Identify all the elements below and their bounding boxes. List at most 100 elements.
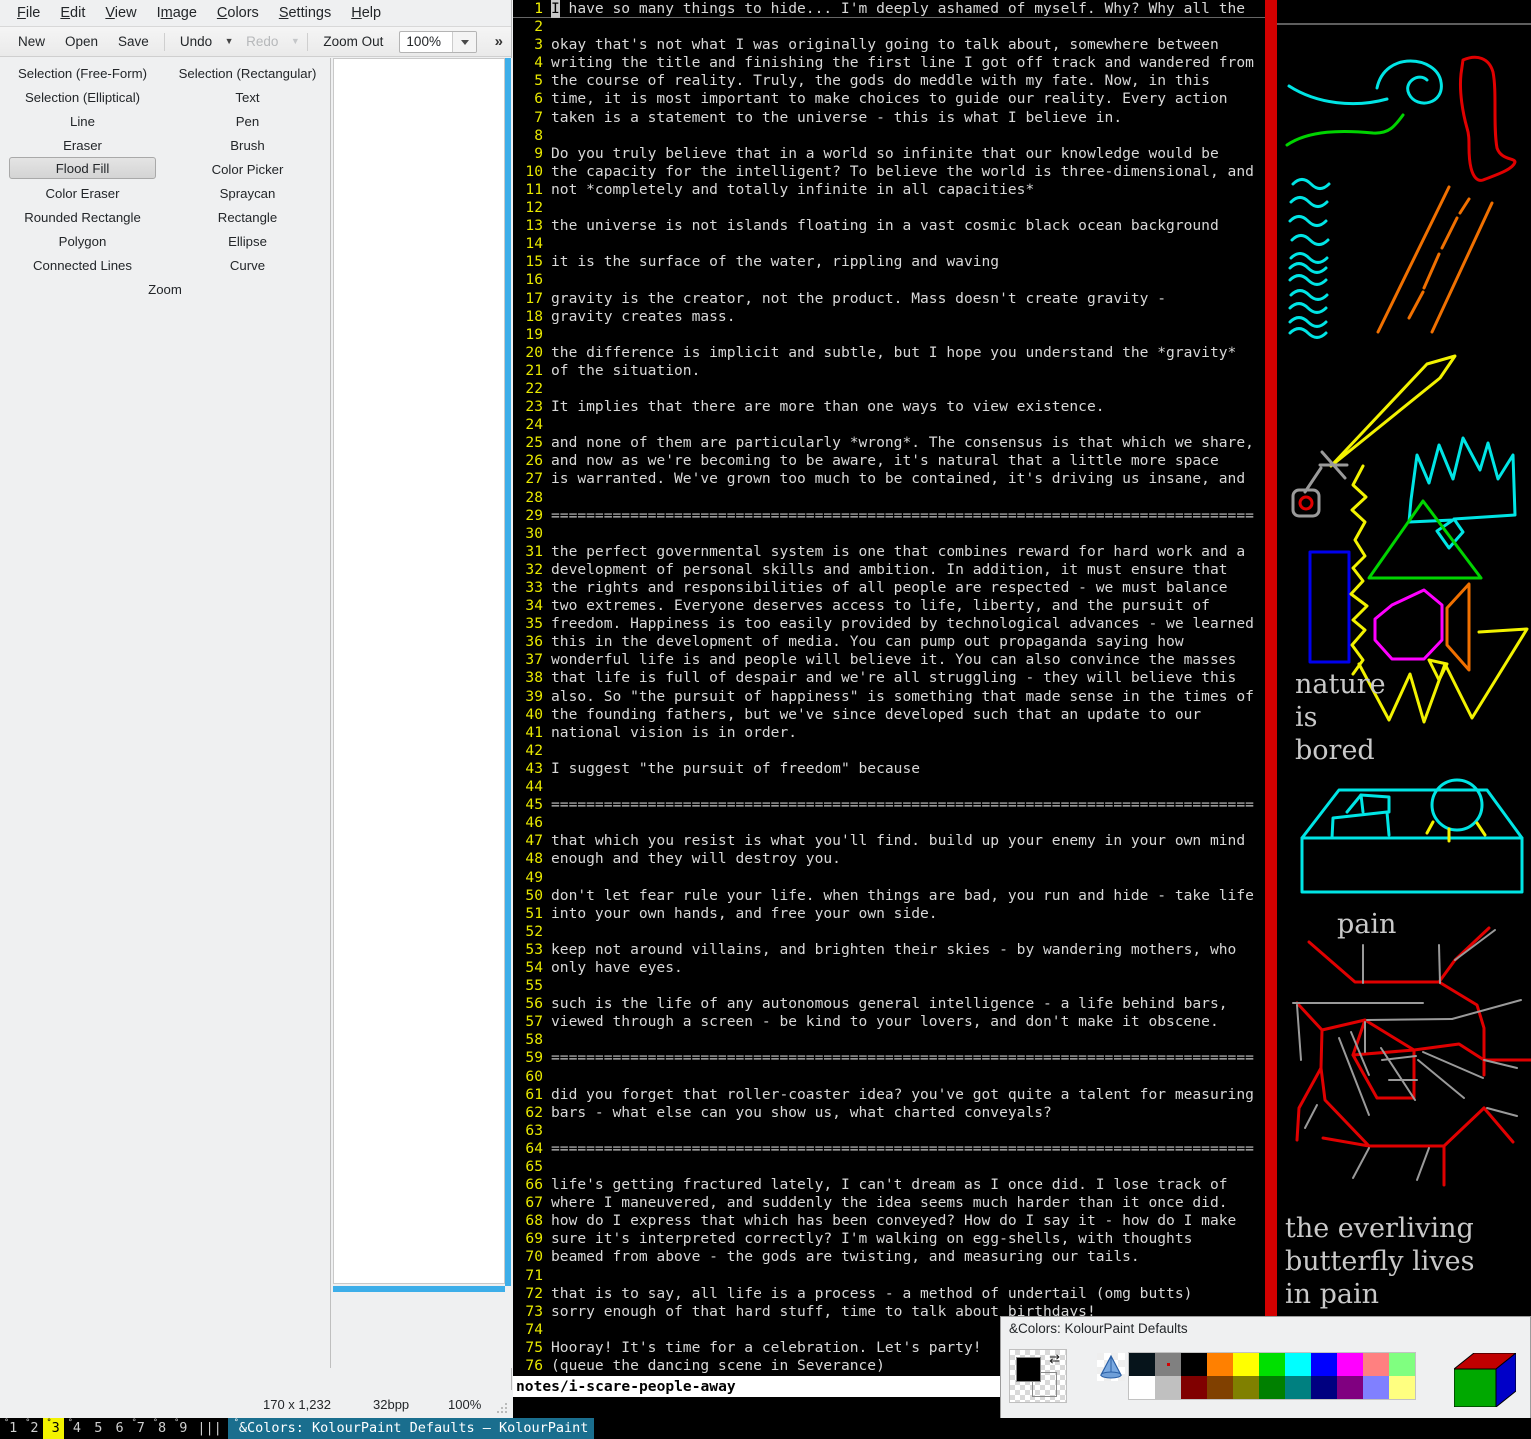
desktop-button-2[interactable]: ° 2 bbox=[21, 1418, 42, 1439]
tool-ellipse[interactable]: Ellipse bbox=[165, 229, 330, 253]
line-number: 4 bbox=[534, 54, 543, 72]
tool-eraser[interactable]: Eraser bbox=[0, 133, 165, 157]
palette-swatch[interactable] bbox=[1259, 1353, 1285, 1376]
line-number: 11 bbox=[525, 180, 543, 198]
palette-swatch[interactable] bbox=[1363, 1376, 1389, 1399]
taskbar-window-entry[interactable]: ° &Colors: KolourPaint Defaults — KolourP… bbox=[227, 1418, 595, 1439]
line-number: 35 bbox=[525, 615, 543, 633]
desktop-button-1[interactable]: ° 1 bbox=[0, 1418, 21, 1439]
line-number: 60 bbox=[525, 1067, 543, 1085]
toolbar-overflow-button[interactable]: » bbox=[495, 33, 503, 50]
desktop-switcher[interactable]: ° 1 ° 2 ° 3 ° 4 5 6 ° 7 ° 8 ° 9 bbox=[0, 1418, 191, 1439]
menu-help[interactable]: Help bbox=[342, 2, 390, 24]
desktop-button-4[interactable]: ° 4 bbox=[64, 1418, 85, 1439]
line-number: 73 bbox=[525, 1302, 543, 1320]
zoom-out-button[interactable]: Zoom Out bbox=[313, 31, 393, 52]
tool-pen[interactable]: Pen bbox=[165, 109, 330, 133]
palette-swatch[interactable] bbox=[1181, 1353, 1207, 1376]
orange-flag bbox=[1445, 582, 1471, 672]
tool-text[interactable]: Text bbox=[165, 85, 330, 109]
palette-swatch[interactable] bbox=[1259, 1376, 1285, 1399]
menu-image[interactable]: Image bbox=[148, 2, 206, 24]
palette-swatch[interactable] bbox=[1207, 1376, 1233, 1399]
line-text: this in the development of media. You ca… bbox=[551, 633, 1184, 651]
tool-curve[interactable]: Curve bbox=[165, 253, 330, 277]
swap-colors-icon[interactable]: ⇄ bbox=[1049, 1352, 1060, 1365]
desktop-button-5[interactable]: 5 bbox=[85, 1418, 106, 1439]
menu-view[interactable]: View bbox=[96, 2, 145, 24]
colors-dialog[interactable]: &Colors: KolourPaint Defaults ⇄ bbox=[1000, 1316, 1531, 1418]
line-text: the universe is not islands floating in … bbox=[551, 217, 1219, 235]
palette-swatch[interactable] bbox=[1233, 1353, 1259, 1376]
menu-settings[interactable]: Settings bbox=[270, 2, 340, 24]
palette-swatch[interactable] bbox=[1285, 1376, 1311, 1399]
line-text: also. So "the pursuit of happiness" is s… bbox=[551, 687, 1254, 705]
line-number: 65 bbox=[525, 1158, 543, 1175]
color-similarity-icon[interactable] bbox=[1097, 1353, 1125, 1381]
desktop-button-8[interactable]: ° 8 bbox=[149, 1418, 170, 1439]
red-blob bbox=[1459, 55, 1517, 182]
tool-connected-lines[interactable]: Connected Lines bbox=[0, 253, 165, 277]
menu-edit[interactable]: Edit bbox=[51, 2, 94, 24]
line-number: 74 bbox=[525, 1320, 543, 1338]
image-canvas[interactable] bbox=[333, 58, 505, 1284]
color-cube-icon[interactable] bbox=[1452, 1351, 1518, 1412]
palette-swatch[interactable] bbox=[1155, 1376, 1181, 1399]
menu-file[interactable]: File bbox=[8, 2, 49, 24]
palette-swatch[interactable] bbox=[1363, 1353, 1389, 1376]
undo-button[interactable]: Undo bbox=[170, 31, 222, 52]
palette-swatch[interactable] bbox=[1233, 1376, 1259, 1399]
line-text: of the situation. bbox=[551, 361, 701, 379]
taskbar[interactable]: ° 1 ° 2 ° 3 ° 4 5 6 ° 7 ° 8 ° 9 ||| ° &Colors: KolourP… bbox=[0, 1418, 1531, 1439]
tool-brush[interactable]: Brush bbox=[165, 133, 330, 157]
palette-swatch[interactable] bbox=[1181, 1376, 1207, 1399]
desktop-number: 7 bbox=[136, 1420, 145, 1436]
canvas-vertical-scrollbar[interactable] bbox=[505, 58, 511, 1286]
tool-line[interactable]: Line bbox=[0, 109, 165, 133]
palette-swatch[interactable] bbox=[1311, 1376, 1337, 1399]
tool-spraycan[interactable]: Spraycan bbox=[165, 181, 330, 205]
palette-swatch[interactable] bbox=[1285, 1353, 1311, 1376]
desktop-button-9[interactable]: ° 9 bbox=[170, 1418, 191, 1439]
tool-rectangle[interactable]: Rectangle bbox=[165, 205, 330, 229]
terminal-window[interactable]: 1 I have so many things to hide... I'm de… bbox=[513, 0, 1531, 1418]
desktop-button-3[interactable]: ° 3 bbox=[42, 1418, 64, 1439]
palette-swatch[interactable] bbox=[1129, 1353, 1155, 1376]
palette-swatch[interactable] bbox=[1129, 1376, 1155, 1399]
menu-colors[interactable]: Colors bbox=[208, 2, 268, 24]
tool-zoom[interactable]: Zoom bbox=[0, 277, 330, 301]
palette-swatch[interactable] bbox=[1311, 1353, 1337, 1376]
tool-polygon[interactable]: Polygon bbox=[0, 229, 165, 253]
tool-flood-fill[interactable]: Flood Fill bbox=[9, 157, 156, 179]
color-palette-grid[interactable] bbox=[1128, 1352, 1416, 1400]
tool-selection-elliptical[interactable]: Selection (Elliptical) bbox=[0, 85, 165, 109]
chevron-down-icon[interactable] bbox=[452, 31, 477, 52]
zoom-level-combobox[interactable]: 100% bbox=[399, 30, 478, 53]
line-number: 31 bbox=[525, 542, 543, 560]
palette-swatch[interactable] bbox=[1207, 1353, 1233, 1376]
cyan-crown bbox=[1407, 436, 1517, 550]
desktop-button-6[interactable]: 6 bbox=[106, 1418, 127, 1439]
tool-selection-free-form[interactable]: Selection (Free-Form) bbox=[0, 61, 165, 85]
main-toolbar: New Open Save Undo ▼ Redo ▼ Zoom Out 100… bbox=[0, 27, 511, 57]
tool-color-picker[interactable]: Color Picker bbox=[165, 157, 330, 181]
palette-swatch[interactable] bbox=[1155, 1353, 1181, 1376]
canvas-scroll-area[interactable] bbox=[332, 58, 512, 1368]
dual-color-selector[interactable]: ⇄ bbox=[1009, 1349, 1067, 1403]
open-button[interactable]: Open bbox=[55, 31, 108, 52]
resize-grip[interactable] bbox=[497, 1403, 509, 1415]
palette-swatch[interactable] bbox=[1337, 1376, 1363, 1399]
palette-swatch[interactable] bbox=[1337, 1353, 1363, 1376]
save-button[interactable]: Save bbox=[108, 31, 159, 52]
palette-swatch[interactable] bbox=[1389, 1376, 1415, 1399]
undo-chevron-down-icon[interactable]: ▼ bbox=[222, 37, 236, 46]
tool-rounded-rectangle[interactable]: Rounded Rectangle bbox=[0, 205, 165, 229]
desktop-button-7[interactable]: ° 7 bbox=[128, 1418, 149, 1439]
tool-selection-rectangular[interactable]: Selection (Rectangular) bbox=[165, 61, 330, 85]
image-dimensions-label: 170 x 1,232 bbox=[263, 1396, 331, 1412]
canvas-horizontal-scrollbar[interactable] bbox=[333, 1286, 505, 1292]
new-button[interactable]: New bbox=[8, 31, 55, 52]
tool-color-eraser[interactable]: Color Eraser bbox=[0, 181, 165, 205]
foreground-color-swatch[interactable] bbox=[1016, 1357, 1041, 1382]
palette-swatch[interactable] bbox=[1389, 1353, 1415, 1376]
